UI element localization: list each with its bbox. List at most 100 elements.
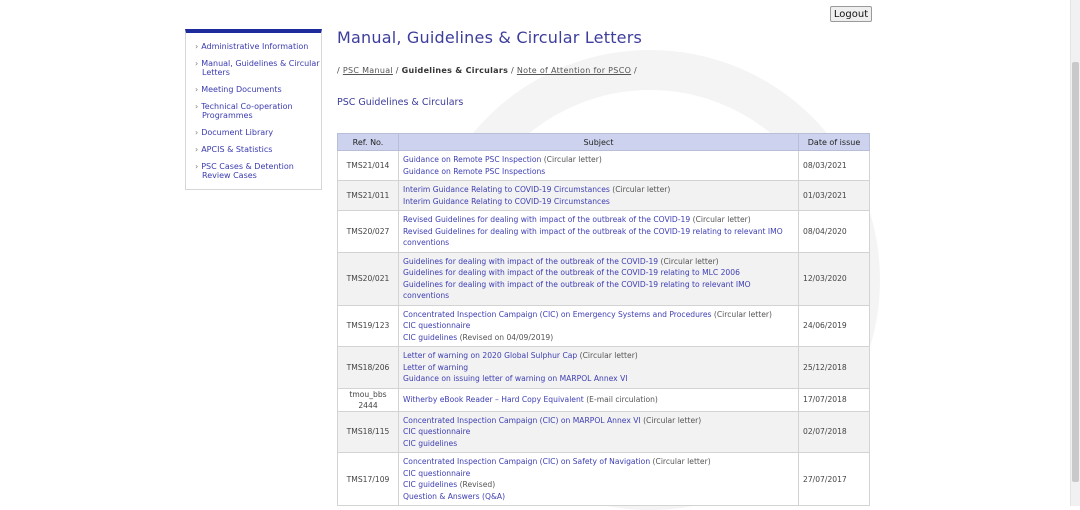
breadcrumb: / PSC Manual / Guidelines & Circulars / … — [337, 66, 637, 75]
table-row: TMS19/123 Concentrated Inspection Campaig… — [337, 304, 870, 347]
chevron-right-icon: › — [195, 145, 199, 154]
cell-date-of-issue: 25/12/2018 — [798, 346, 870, 389]
document-link[interactable]: Guidance on issuing letter of warning on… — [403, 374, 628, 383]
cell-ref-no: TMS17/109 — [337, 452, 399, 506]
sidebar-item-label: Technical Co-operation Programmes — [201, 102, 293, 120]
cell-date-of-issue: 02/07/2018 — [798, 410, 870, 453]
chevron-right-icon: › — [195, 42, 199, 51]
subject-line: Guidance on Remote PSC Inspections — [403, 166, 794, 178]
cell-ref-no: tmou_bbs 2444 — [337, 387, 399, 412]
subject-line: Concentrated Inspection Campaign (CIC) o… — [403, 456, 794, 468]
subject-line: Letter of warning — [403, 362, 794, 374]
document-link[interactable]: Witherby eBook Reader – Hard Copy Equiva… — [403, 395, 584, 404]
document-link[interactable]: Letter of warning on 2020 Global Sulphur… — [403, 351, 577, 360]
sidebar-item-manual-guidelines[interactable]: › Manual, Guidelines & Circular Letters — [186, 59, 321, 77]
chevron-right-icon: › — [195, 162, 199, 171]
table-row: TMS18/115 Concentrated Inspection Campaig… — [337, 410, 870, 453]
subject-line: Witherby eBook Reader – Hard Copy Equiva… — [403, 394, 794, 406]
document-link[interactable]: CIC guidelines — [403, 439, 457, 448]
document-link[interactable]: CIC questionnaire — [403, 321, 470, 330]
cell-date-of-issue: 24/06/2019 — [798, 304, 870, 347]
vertical-scrollbar[interactable] — [1070, 0, 1080, 506]
document-link[interactable]: Concentrated Inspection Campaign (CIC) o… — [403, 416, 641, 425]
subject-line: Revised Guidelines for dealing with impa… — [403, 226, 794, 249]
table-header-row: Ref. No. Subject Date of issue — [337, 133, 870, 151]
subject-line: Question & Answers (Q&A) — [403, 491, 794, 503]
subject-line: Letter of warning on 2020 Global Sulphur… — [403, 350, 794, 362]
breadcrumb-psc-manual-link[interactable]: PSC Manual — [343, 66, 393, 75]
document-link[interactable]: Guidance on Remote PSC Inspections — [403, 167, 545, 176]
breadcrumb-note-psco-link[interactable]: Note of Attention for PSCO — [517, 66, 631, 75]
document-note: (E-mail circulation) — [583, 394, 658, 404]
chevron-right-icon: › — [195, 85, 199, 94]
sidebar-item-meeting-documents[interactable]: › Meeting Documents — [186, 85, 321, 94]
cell-ref-no: TMS18/115 — [337, 410, 399, 453]
document-note: (Circular letter) — [577, 351, 638, 360]
table-row: tmou_bbs 2444 Witherby eBook Reader – Har… — [337, 387, 870, 412]
subject-line: Guidelines for dealing with impact of th… — [403, 279, 794, 302]
sidebar-item-label: Meeting Documents — [201, 85, 282, 94]
cell-subject: Interim Guidance Relating to COVID-19 Ci… — [398, 180, 799, 211]
document-link[interactable]: Question & Answers (Q&A) — [403, 492, 505, 501]
section-title: PSC Guidelines & Circulars — [337, 97, 464, 108]
document-note: (Circular letter) — [690, 215, 751, 224]
document-link[interactable]: Concentrated Inspection Campaign (CIC) o… — [403, 310, 711, 319]
cell-ref-no: TMS19/123 — [337, 304, 399, 347]
document-link[interactable]: CIC guidelines — [403, 480, 457, 489]
subject-line: Guidance on Remote PSC Inspection (Circu… — [403, 154, 794, 166]
cell-subject: Revised Guidelines for dealing with impa… — [398, 210, 799, 253]
document-link[interactable]: Letter of warning — [403, 363, 468, 372]
document-link[interactable]: Interim Guidance Relating to COVID-19 Ci… — [403, 197, 610, 206]
subject-line: Interim Guidance Relating to COVID-19 Ci… — [403, 184, 794, 196]
breadcrumb-separator: / — [511, 66, 514, 75]
document-link[interactable]: Concentrated Inspection Campaign (CIC) o… — [403, 457, 650, 466]
document-link[interactable]: Guidelines for dealing with impact of th… — [403, 257, 658, 266]
sidebar-item-technical-cooperation[interactable]: › Technical Co-operation Programmes — [186, 102, 321, 120]
sidebar-item-administrative-information[interactable]: › Administrative Information — [186, 42, 321, 51]
breadcrumb-current: Guidelines & Circulars — [401, 66, 509, 75]
document-link[interactable]: Interim Guidance Relating to COVID-19 Ci… — [403, 185, 610, 194]
document-link[interactable]: Guidelines for dealing with impact of th… — [403, 280, 751, 301]
table-row: TMS20/027 Revised Guidelines for dealing … — [337, 210, 870, 253]
subject-line: CIC questionnaire — [403, 320, 794, 332]
table-row: TMS17/109 Concentrated Inspection Campaig… — [337, 452, 870, 506]
cell-ref-no: TMS20/027 — [337, 210, 399, 253]
sidebar-item-label: PSC Cases & Detention Review Cases — [201, 162, 294, 180]
cell-ref-no: TMS20/021 — [337, 251, 399, 306]
document-note: (Circular letter) — [658, 256, 719, 266]
document-link[interactable]: Revised Guidelines for dealing with impa… — [403, 215, 690, 224]
page-title: Manual, Guidelines & Circular Letters — [337, 28, 643, 47]
breadcrumb-separator: / — [395, 66, 399, 75]
document-link[interactable]: Guidelines for dealing with impact of th… — [403, 268, 740, 277]
sidebar-item-psc-cases[interactable]: › PSC Cases & Detention Review Cases — [186, 162, 321, 180]
document-link[interactable]: CIC questionnaire — [403, 469, 470, 478]
subject-line: CIC guidelines (Revised) — [403, 479, 794, 491]
documents-table: Ref. No. Subject Date of issue TMS21/014… — [337, 133, 870, 506]
document-link[interactable]: CIC guidelines — [403, 333, 457, 342]
document-note: (Circular letter) — [541, 155, 602, 164]
cell-date-of-issue: 08/04/2020 — [798, 210, 870, 253]
scrollbar-thumb[interactable] — [1072, 62, 1079, 482]
cell-subject: Guidelines for dealing with impact of th… — [398, 251, 799, 306]
cell-subject: Guidance on Remote PSC Inspection (Circu… — [398, 150, 799, 181]
subject-line: Revised Guidelines for dealing with impa… — [403, 214, 794, 226]
subject-line: Guidelines for dealing with impact of th… — [403, 267, 794, 279]
subject-line: Concentrated Inspection Campaign (CIC) o… — [403, 415, 794, 427]
cell-subject: Concentrated Inspection Campaign (CIC) o… — [398, 452, 799, 506]
subject-line: CIC questionnaire — [403, 468, 794, 480]
chevron-right-icon: › — [195, 102, 199, 111]
subject-line: CIC questionnaire — [403, 426, 794, 438]
cell-subject: Concentrated Inspection Campaign (CIC) o… — [398, 410, 799, 453]
column-header-ref: Ref. No. — [337, 133, 399, 151]
sidebar-item-apcis-statistics[interactable]: › APCIS & Statistics — [186, 145, 321, 154]
document-link[interactable]: Guidance on Remote PSC Inspection — [403, 155, 541, 164]
document-link[interactable]: CIC questionnaire — [403, 427, 470, 436]
document-note: (Circular letter) — [711, 309, 773, 319]
table-row: TMS21/011 Interim Guidance Relating to CO… — [337, 180, 870, 211]
logout-button[interactable]: Logout — [830, 6, 872, 22]
cell-ref-no: TMS18/206 — [337, 346, 399, 389]
sidebar-item-label: Manual, Guidelines & Circular Letters — [201, 59, 320, 77]
sidebar: › Administrative Information › Manual, Gui… — [185, 29, 322, 190]
sidebar-item-document-library[interactable]: › Document Library — [186, 128, 321, 137]
document-link[interactable]: Revised Guidelines for dealing with impa… — [403, 227, 783, 248]
